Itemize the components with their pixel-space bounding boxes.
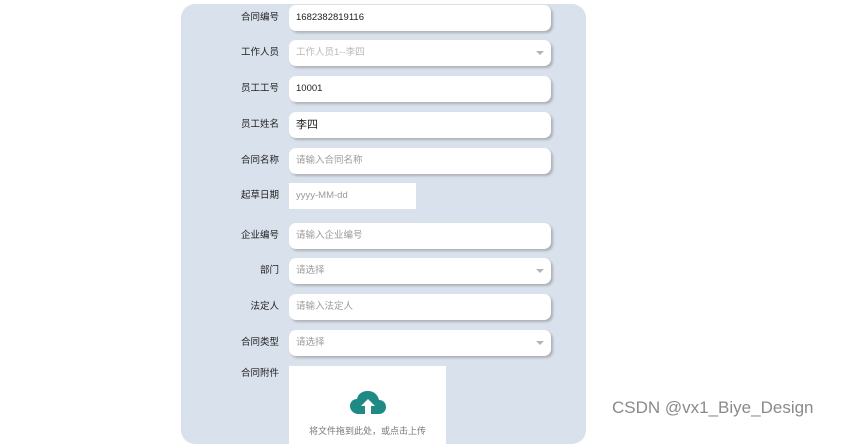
legal-person-input[interactable]: 请输入法定人 [289, 294, 551, 320]
legal-person-label: 法定人 [250, 301, 279, 312]
contract-type-select-value: 请选择 [296, 337, 325, 348]
watermark-text: CSDN @vx1_Biye_Design [612, 398, 814, 417]
contract-type-select[interactable]: 请选择 [289, 330, 551, 356]
department-label: 部门 [259, 265, 279, 276]
employee-name-label: 员工姓名 [240, 119, 279, 130]
contract-name-row: 合同名称 请输入合同名称 [181, 148, 586, 174]
contract-type-label: 合同类型 [240, 337, 279, 348]
draft-date-label: 起草日期 [240, 190, 279, 201]
department-select-value: 请选择 [296, 265, 325, 276]
draft-date-row: 起草日期 yyyy-MM-dd [181, 183, 586, 209]
employee-no-row: 员工工号 10001 [181, 76, 586, 102]
employee-name-row: 员工姓名 李四 [181, 112, 586, 138]
contract-no-label: 合同编号 [240, 12, 279, 23]
attachment-label: 合同附件 [240, 368, 279, 379]
cloud-upload-icon [350, 391, 386, 414]
attachment-upload-hint: 将文件拖到此处，或点击上传 [308, 426, 426, 436]
employee-no-label: 员工工号 [240, 83, 279, 94]
contract-no-input[interactable]: 1682382819116 [289, 5, 551, 31]
company-no-label: 企业编号 [240, 230, 279, 241]
department-row: 部门 请选择 [181, 258, 586, 284]
department-select[interactable]: 请选择 [289, 258, 551, 284]
chevron-down-icon [536, 341, 544, 345]
contract-name-input[interactable]: 请输入合同名称 [289, 148, 551, 174]
chevron-down-icon [536, 269, 544, 273]
contract-type-row: 合同类型 请选择 [181, 330, 586, 356]
employee-no-input[interactable]: 10001 [289, 76, 551, 102]
chevron-down-icon [536, 51, 544, 55]
staff-label: 工作人员 [240, 47, 279, 58]
attachment-upload-area[interactable]: 将文件拖到此处，或点击上传 [289, 366, 446, 446]
staff-row: 工作人员 工作人员1--李四 [181, 40, 586, 66]
draft-date-input[interactable]: yyyy-MM-dd [289, 183, 416, 209]
company-no-input[interactable]: 请输入企业编号 [289, 223, 551, 249]
contract-form-panel: 合同编号 1682382819116 工作人员 工作人员1--李四 员工工号 1… [181, 4, 586, 446]
contract-no-row: 合同编号 1682382819116 [181, 5, 586, 31]
staff-select-value: 工作人员1--李四 [296, 47, 365, 58]
staff-select[interactable]: 工作人员1--李四 [289, 40, 551, 66]
company-no-row: 企业编号 请输入企业编号 [181, 223, 586, 249]
contract-name-label: 合同名称 [240, 155, 279, 166]
legal-person-row: 法定人 请输入法定人 [181, 294, 586, 320]
employee-name-input[interactable]: 李四 [289, 112, 551, 138]
